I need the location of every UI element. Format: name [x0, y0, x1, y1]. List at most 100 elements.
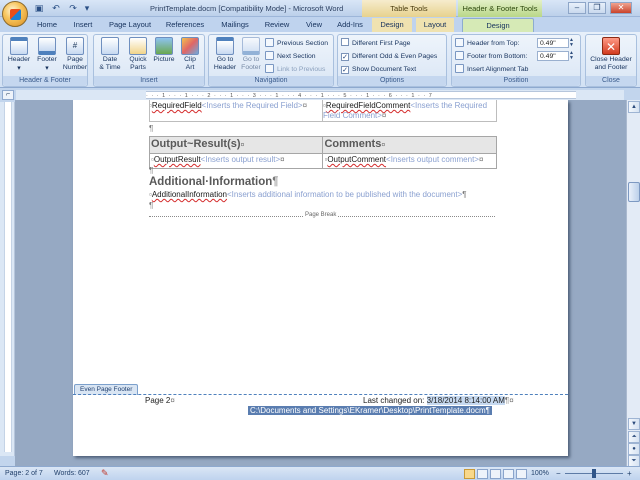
maximize-button[interactable]: ❐	[588, 2, 606, 14]
tab-review[interactable]: Review	[262, 18, 292, 32]
calendar-icon	[101, 37, 119, 55]
different-odd-even-checkbox[interactable]: ✓ Different Odd & Even Pages	[341, 51, 437, 62]
header-footer-tools-group-label: Header & Footer Tools	[458, 0, 542, 17]
footer-from-bottom-input[interactable]: 0.49"	[537, 51, 569, 61]
go-to-footer-button[interactable]: Go to Footer	[237, 37, 265, 77]
undo-icon[interactable]: ↶	[50, 3, 62, 14]
zoom-in-icon[interactable]: +	[627, 467, 632, 480]
footer-icon	[38, 37, 56, 55]
footer-file-path-field[interactable]: C:\Documents and Settings\EKramer\Deskto…	[248, 406, 492, 415]
output-result-code[interactable]: OutputResult	[154, 155, 201, 164]
page-break-label: Page Break	[303, 212, 339, 218]
clip-art-button[interactable]: Clip Art	[176, 37, 204, 77]
show-document-text-checkbox[interactable]: ✓ Show Document Text	[341, 64, 416, 75]
full-screen-reading-view-button[interactable]	[477, 469, 488, 479]
outline-view-button[interactable]	[503, 469, 514, 479]
footer-date-field[interactable]: 3/18/2014 8:14:00 AM	[426, 396, 505, 405]
tab-page-layout[interactable]: Page Layout	[106, 18, 154, 32]
tab-add-ins[interactable]: Add-Ins	[334, 18, 366, 32]
previous-page-button[interactable]: ⏶	[628, 431, 640, 443]
tab-table-layout[interactable]: Layout	[416, 18, 454, 32]
scroll-thumb[interactable]	[628, 182, 640, 202]
ribbon-tabs: Home Insert Page Layout References Maili…	[0, 17, 640, 32]
output-result-cell[interactable]: ▫OutputResult<Inserts output result>¤	[148, 153, 324, 169]
draft-view-button[interactable]	[516, 469, 527, 479]
document-area[interactable]: ▫RequiredField<Inserts the Required Fiel…	[15, 100, 626, 466]
header-position-icon	[455, 38, 464, 47]
tab-insert[interactable]: Insert	[70, 18, 96, 32]
vertical-ruler[interactable]	[0, 102, 15, 456]
page-number-icon: #	[66, 37, 84, 55]
tab-table-design[interactable]: Design	[372, 18, 412, 32]
select-browse-object-button[interactable]: ●	[628, 443, 640, 455]
comments-heading-cell[interactable]: Comments¤	[322, 136, 497, 154]
header-from-top-control: Header from Top: 0.49" ▲ ▼	[455, 38, 574, 49]
document-page[interactable]: ▫RequiredField<Inserts the Required Fiel…	[73, 100, 568, 456]
additional-information-code[interactable]: AdditionalInformation	[152, 190, 227, 199]
checkbox-different-odd-even[interactable]: ✓	[341, 53, 349, 61]
quick-parts-button[interactable]: Quick Parts	[124, 37, 152, 77]
minimize-button[interactable]: ‒	[568, 2, 586, 14]
next-section-button[interactable]: Next Section	[265, 51, 316, 62]
group-label-header-footer: Header & Footer	[3, 76, 87, 86]
page-count-status[interactable]: Page: 2 of 7	[5, 467, 43, 480]
header-icon	[10, 37, 28, 55]
page-number-button[interactable]: # Page Number	[61, 37, 89, 77]
tab-home[interactable]: Home	[34, 18, 60, 32]
tab-selector[interactable]: ⌐	[2, 90, 14, 100]
redo-icon[interactable]: ↷	[67, 3, 79, 14]
tab-view[interactable]: View	[302, 18, 326, 32]
checkbox-show-document-text[interactable]: ✓	[341, 66, 349, 74]
different-first-page-checkbox[interactable]: Different First Page	[341, 38, 410, 49]
date-time-button[interactable]: Date & Time	[96, 37, 124, 77]
status-bar: Page: 2 of 7 Words: 607 ✎ 100% − +	[0, 466, 640, 480]
tab-references[interactable]: References	[164, 18, 206, 32]
scroll-down-button[interactable]: ▼	[628, 418, 640, 430]
header-button[interactable]: Header ▾	[5, 37, 33, 77]
go-to-header-button[interactable]: Go to Header	[211, 37, 239, 77]
tab-mailings[interactable]: Mailings	[216, 18, 254, 32]
header-from-top-spinner[interactable]: ▲ ▼	[569, 38, 575, 48]
vertical-scrollbar[interactable]: ▲ ▼ ⏶ ● ⏷	[626, 100, 640, 467]
office-button[interactable]	[2, 1, 28, 27]
office-logo-icon	[10, 9, 21, 20]
scroll-up-button[interactable]: ▲	[628, 101, 640, 113]
insert-alignment-tab-button[interactable]: Insert Alignment Tab	[455, 64, 528, 75]
group-label-insert: Insert	[94, 76, 204, 86]
zoom-slider-thumb[interactable]	[592, 469, 596, 478]
print-layout-view-button[interactable]	[464, 469, 475, 479]
tab-header-footer-design[interactable]: Design	[462, 18, 534, 32]
output-comment-cell[interactable]: ▫OutputComment<Inserts output comment>¤	[322, 153, 497, 169]
output-table: Output~Result(s)¤ Comments¤ ▫OutputResul…	[148, 136, 497, 169]
output-result-heading-cell[interactable]: Output~Result(s)¤	[148, 136, 324, 154]
footer-button[interactable]: Footer ▾	[33, 37, 61, 77]
customize-qat-icon[interactable]: ▾	[81, 3, 93, 14]
proofing-icon[interactable]: ✎	[101, 467, 109, 480]
footer-page-number[interactable]: Page 2¤	[145, 396, 175, 405]
horizontal-ruler[interactable]: · · · 1 · · · 1 · · · 2 · · · 1 · · · 3 …	[16, 90, 624, 100]
link-icon	[265, 64, 274, 73]
picture-button[interactable]: Picture	[150, 37, 178, 77]
footer-last-changed[interactable]: Last changed on: 3/18/2014 8:14:00 AM¶¤	[363, 396, 514, 405]
footer-boundary	[73, 394, 568, 395]
footer-from-bottom-spinner[interactable]: ▲ ▼	[569, 51, 575, 61]
ribbon: Header ▾ Footer ▾ # Page Number Header & F…	[0, 32, 640, 88]
close-header-footer-button[interactable]: Close Header and Footer	[588, 37, 634, 77]
checkbox-different-first-page[interactable]	[341, 38, 349, 46]
link-to-previous-button[interactable]: Link to Previous	[265, 64, 325, 75]
zoom-out-icon[interactable]: −	[556, 467, 561, 480]
zoom-level[interactable]: 100%	[531, 467, 549, 480]
additional-information-field[interactable]: ▫AdditionalInformation<Inserts additiona…	[149, 190, 467, 199]
word-count-status[interactable]: Words: 607	[54, 467, 90, 480]
additional-information-heading[interactable]: Additional·Information¶	[149, 176, 278, 188]
close-window-button[interactable]: ✕	[610, 2, 632, 14]
footer-from-bottom-control: Footer from Bottom: 0.49" ▲ ▼	[455, 51, 574, 62]
save-icon[interactable]: ▣	[33, 3, 45, 14]
output-comment-code[interactable]: OutputComment	[327, 155, 386, 164]
web-layout-view-button[interactable]	[490, 469, 501, 479]
previous-section-button[interactable]: Previous Section	[265, 38, 328, 49]
group-insert: Date & Time Quick Parts Picture Clip Art…	[93, 34, 205, 87]
group-navigation: Go to Header Go to Footer Previous Secti…	[208, 34, 334, 87]
header-from-top-input[interactable]: 0.49"	[537, 38, 569, 48]
go-to-header-icon	[216, 37, 234, 55]
